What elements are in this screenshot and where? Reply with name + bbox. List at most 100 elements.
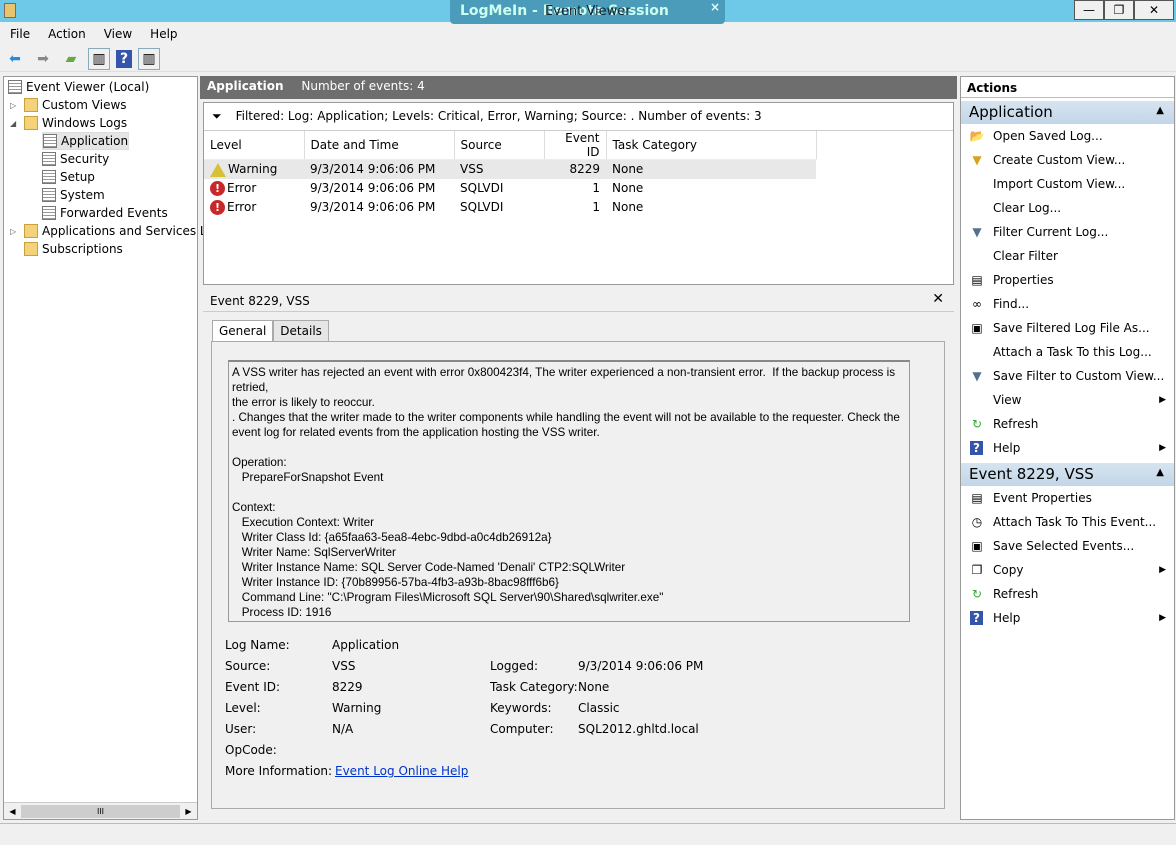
actions-section-0[interactable]: Application▲ (961, 101, 1174, 124)
tree-item-windows-logs[interactable]: ◢Windows Logs (10, 114, 127, 132)
column-header-level[interactable]: Level (204, 131, 304, 160)
action-save-selected-events[interactable]: ▣Save Selected Events... (961, 534, 1174, 558)
level-value: Warning (332, 701, 381, 715)
expand-arrow-icon[interactable]: ▷ (10, 101, 20, 110)
action-refresh[interactable]: ↻Refresh (961, 582, 1174, 606)
action-attach-a-task-to-this-log[interactable]: Attach a Task To this Log... (961, 340, 1174, 364)
tree-item-label: Custom Views (42, 98, 127, 112)
action-label: Help (993, 611, 1020, 625)
action-label: Open Saved Log... (993, 129, 1103, 143)
filter-icon: ⏷ (212, 109, 222, 124)
column-header-date-and-time[interactable]: Date and Time (304, 131, 454, 160)
action-import-custom-view[interactable]: Import Custom View... (961, 172, 1174, 196)
tree-item-forwarded-events[interactable]: Forwarded Events (42, 204, 168, 222)
action-view[interactable]: View▶ (961, 388, 1174, 412)
action-label: Refresh (993, 587, 1038, 601)
actions-section-1[interactable]: Event 8229, VSS ▲ (961, 463, 1174, 486)
folder-icon (24, 98, 38, 112)
action-copy[interactable]: ❐Copy▶ (961, 558, 1174, 582)
actions-pane: Actions Application▲📂Open Saved Log...▼C… (960, 76, 1175, 820)
forward-icon[interactable]: ➡ (32, 48, 54, 70)
action-clear-log[interactable]: Clear Log... (961, 196, 1174, 220)
action-save-filtered-log-file-as[interactable]: ▣Save Filtered Log File As... (961, 316, 1174, 340)
event-description[interactable]: A VSS writer has rejected an event with … (228, 360, 910, 622)
table-row[interactable]: !Error9/3/2014 9:06:06 PMSQLVDI1None (204, 179, 816, 198)
action-clear-filter[interactable]: Clear Filter (961, 244, 1174, 268)
table-row[interactable]: !Error9/3/2014 9:06:06 PMSQLVDI1None (204, 198, 816, 217)
computer-value: SQL2012.ghltd.local (578, 722, 699, 736)
column-header-source[interactable]: Source (454, 131, 544, 160)
action-find[interactable]: ∞Find... (961, 292, 1174, 316)
table-row[interactable]: Warning9/3/2014 9:06:06 PMVSS8229None (204, 160, 816, 179)
tree-item-setup[interactable]: Setup (42, 168, 95, 186)
scroll-thumb[interactable]: III (21, 805, 180, 818)
level-cell: Warning (204, 160, 304, 179)
action-event-properties[interactable]: ▤Event Properties (961, 486, 1174, 510)
minimize-button[interactable]: — (1074, 0, 1104, 20)
action-refresh[interactable]: ↻Refresh (961, 412, 1174, 436)
tab-general[interactable]: General (212, 320, 273, 342)
action-properties[interactable]: ▤Properties (961, 268, 1174, 292)
event-table: LevelDate and TimeSourceEvent IDTask Cat… (204, 131, 817, 217)
tree-item-event-viewer-local-[interactable]: Event Viewer (Local) (8, 78, 149, 96)
actions-header: Actions (961, 77, 1174, 98)
menu-file[interactable]: File (10, 27, 30, 41)
logmein-overlay: LogMeIn - Remote Session Event Viewer × (450, 0, 725, 24)
action-help[interactable]: ?Help▶ (961, 606, 1174, 630)
overlay-close-button[interactable]: × (710, 0, 720, 14)
column-header-task-category[interactable]: Task Category (606, 131, 816, 160)
event-log-online-help-link[interactable]: Event Log Online Help (335, 764, 468, 778)
filter-icon: ▼ (961, 225, 993, 239)
close-button[interactable]: ✕ (1134, 0, 1174, 20)
up-folder-icon[interactable]: ▰ (60, 48, 82, 70)
menu-action[interactable]: Action (48, 27, 86, 41)
tree-item-custom-views[interactable]: ▷ Custom Views (10, 96, 127, 114)
scroll-right-icon[interactable]: ▶ (180, 807, 197, 816)
horizontal-scrollbar[interactable]: ◀III▶ (4, 802, 197, 819)
action-label: Help (993, 441, 1020, 455)
collapse-icon[interactable]: ▲ (1156, 467, 1164, 478)
action-attach-task-to-this-event[interactable]: ◷Attach Task To This Event... (961, 510, 1174, 534)
log-icon (43, 134, 57, 148)
back-icon[interactable]: ⬅ (4, 48, 26, 70)
save-icon: ▣ (961, 321, 993, 335)
section-title: Event 8229, VSS (969, 465, 1094, 483)
collapse-icon[interactable]: ▲ (1156, 105, 1164, 116)
expand-arrow-icon[interactable]: ▷ (10, 227, 20, 236)
action-create-custom-view[interactable]: ▼Create Custom View... (961, 148, 1174, 172)
action-label: Save Filter to Custom View... (993, 369, 1164, 383)
submenu-arrow-icon: ▶ (1159, 443, 1166, 453)
show-hide-action-pane-icon[interactable]: ▥ (138, 48, 160, 70)
action-label: Clear Filter (993, 249, 1058, 263)
task-cell: None (606, 160, 816, 179)
tree-item-label: Subscriptions (42, 242, 123, 256)
expand-arrow-icon[interactable]: ◢ (10, 119, 20, 128)
properties-icon: ▤ (961, 273, 993, 287)
event-id-label: Event ID: (225, 680, 280, 694)
action-help[interactable]: ?Help▶ (961, 436, 1174, 460)
tab-details[interactable]: Details (273, 320, 329, 342)
tree-item-system[interactable]: System (42, 186, 105, 204)
tree-item-subscriptions[interactable]: Subscriptions (10, 240, 123, 258)
log-name-value: Application (332, 638, 399, 652)
window-title: Event Viewer (545, 4, 631, 19)
close-detail-icon[interactable]: ✕ (932, 291, 944, 307)
show-hide-tree-icon[interactable]: ▥ (88, 48, 110, 70)
help-icon[interactable]: ? (116, 50, 132, 68)
action-filter-current-log[interactable]: ▼Filter Current Log... (961, 220, 1174, 244)
column-header-event-id[interactable]: Event ID (544, 131, 606, 160)
task-icon: ◷ (961, 515, 993, 529)
action-label: View (993, 393, 1021, 407)
action-label: Find... (993, 297, 1029, 311)
menu-view[interactable]: View (104, 27, 132, 41)
tree-item-security[interactable]: Security (42, 150, 109, 168)
action-open-saved-log[interactable]: 📂Open Saved Log... (961, 124, 1174, 148)
action-save-filter-to-custom-view[interactable]: ▼Save Filter to Custom View... (961, 364, 1174, 388)
error-icon: ! (210, 200, 225, 215)
action-label: Clear Log... (993, 201, 1061, 215)
tree-item-application[interactable]: Application (42, 132, 129, 150)
scroll-left-icon[interactable]: ◀ (4, 807, 21, 816)
menu-help[interactable]: Help (150, 27, 177, 41)
tree-item-applications-and-services-lo[interactable]: ▷Applications and Services Lo (10, 222, 214, 240)
restore-button[interactable]: ❐ (1104, 0, 1134, 20)
